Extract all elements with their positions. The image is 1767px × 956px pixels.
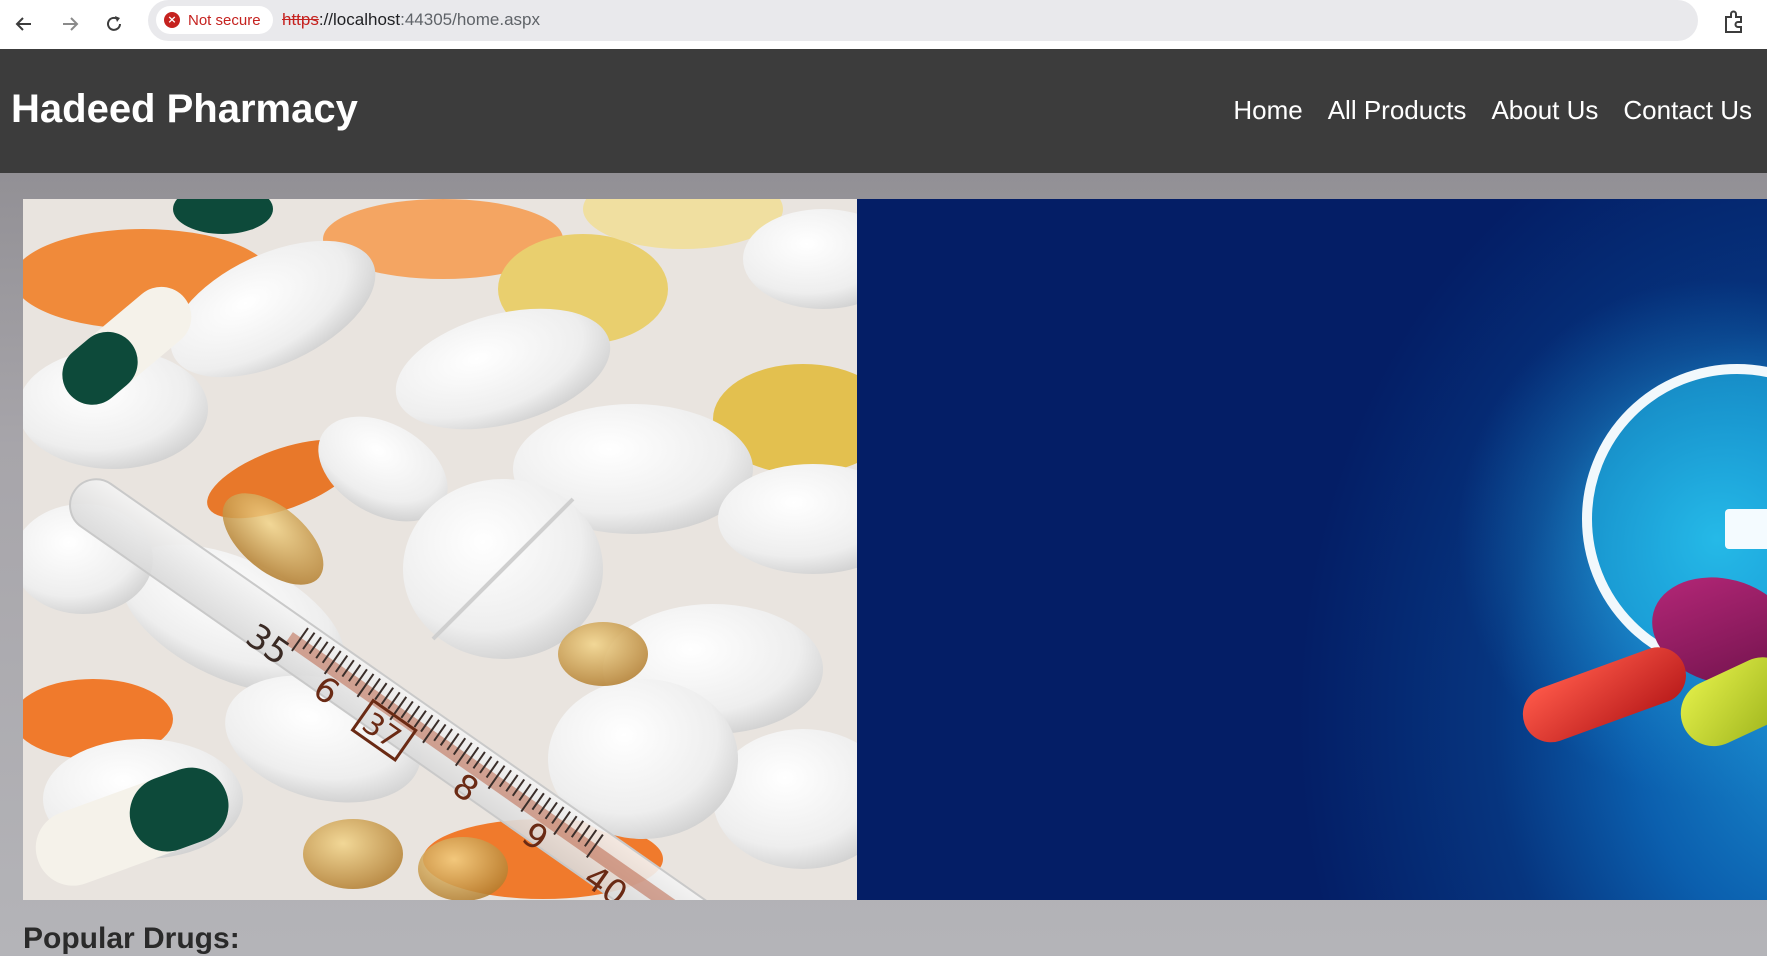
forward-arrow-icon[interactable] [52, 6, 88, 42]
site-info-chip[interactable]: × Not secure [156, 6, 273, 34]
nav-all-products[interactable]: All Products [1328, 95, 1467, 126]
url-text[interactable]: https://localhost:44305/home.aspx [282, 10, 540, 30]
nav-contact-us[interactable]: Contact Us [1623, 95, 1752, 126]
browser-toolbar: × Not secure https://localhost:44305/hom… [0, 0, 1767, 49]
popular-drugs-heading: Popular Drugs: [23, 922, 240, 955]
not-secure-label: Not secure [188, 11, 261, 29]
extensions-icon[interactable] [1720, 8, 1748, 36]
url-scheme: https [282, 10, 319, 29]
not-secure-icon: × [164, 12, 180, 28]
main-nav: Home All Products About Us Contact Us [1233, 95, 1752, 126]
address-bar[interactable]: × Not secure https://localhost:44305/hom… [148, 0, 1698, 41]
url-host: ://localhost [318, 10, 401, 29]
hero-image-blue-pills [857, 199, 1767, 900]
site-header: Hadeed Pharmacy Home All Products About … [0, 49, 1767, 173]
site-brand[interactable]: Hadeed Pharmacy [11, 87, 358, 132]
back-arrow-icon[interactable] [6, 6, 42, 42]
nav-home[interactable]: Home [1233, 95, 1302, 126]
page-content: 35 6 37 8 9 40 Popular Drugs: [0, 173, 1767, 955]
reload-icon[interactable] [96, 6, 132, 42]
hero-image-pills-thermometer: 35 6 37 8 9 40 [23, 199, 857, 900]
nav-about-us[interactable]: About Us [1491, 95, 1598, 126]
url-path: :44305/home.aspx [400, 10, 541, 29]
